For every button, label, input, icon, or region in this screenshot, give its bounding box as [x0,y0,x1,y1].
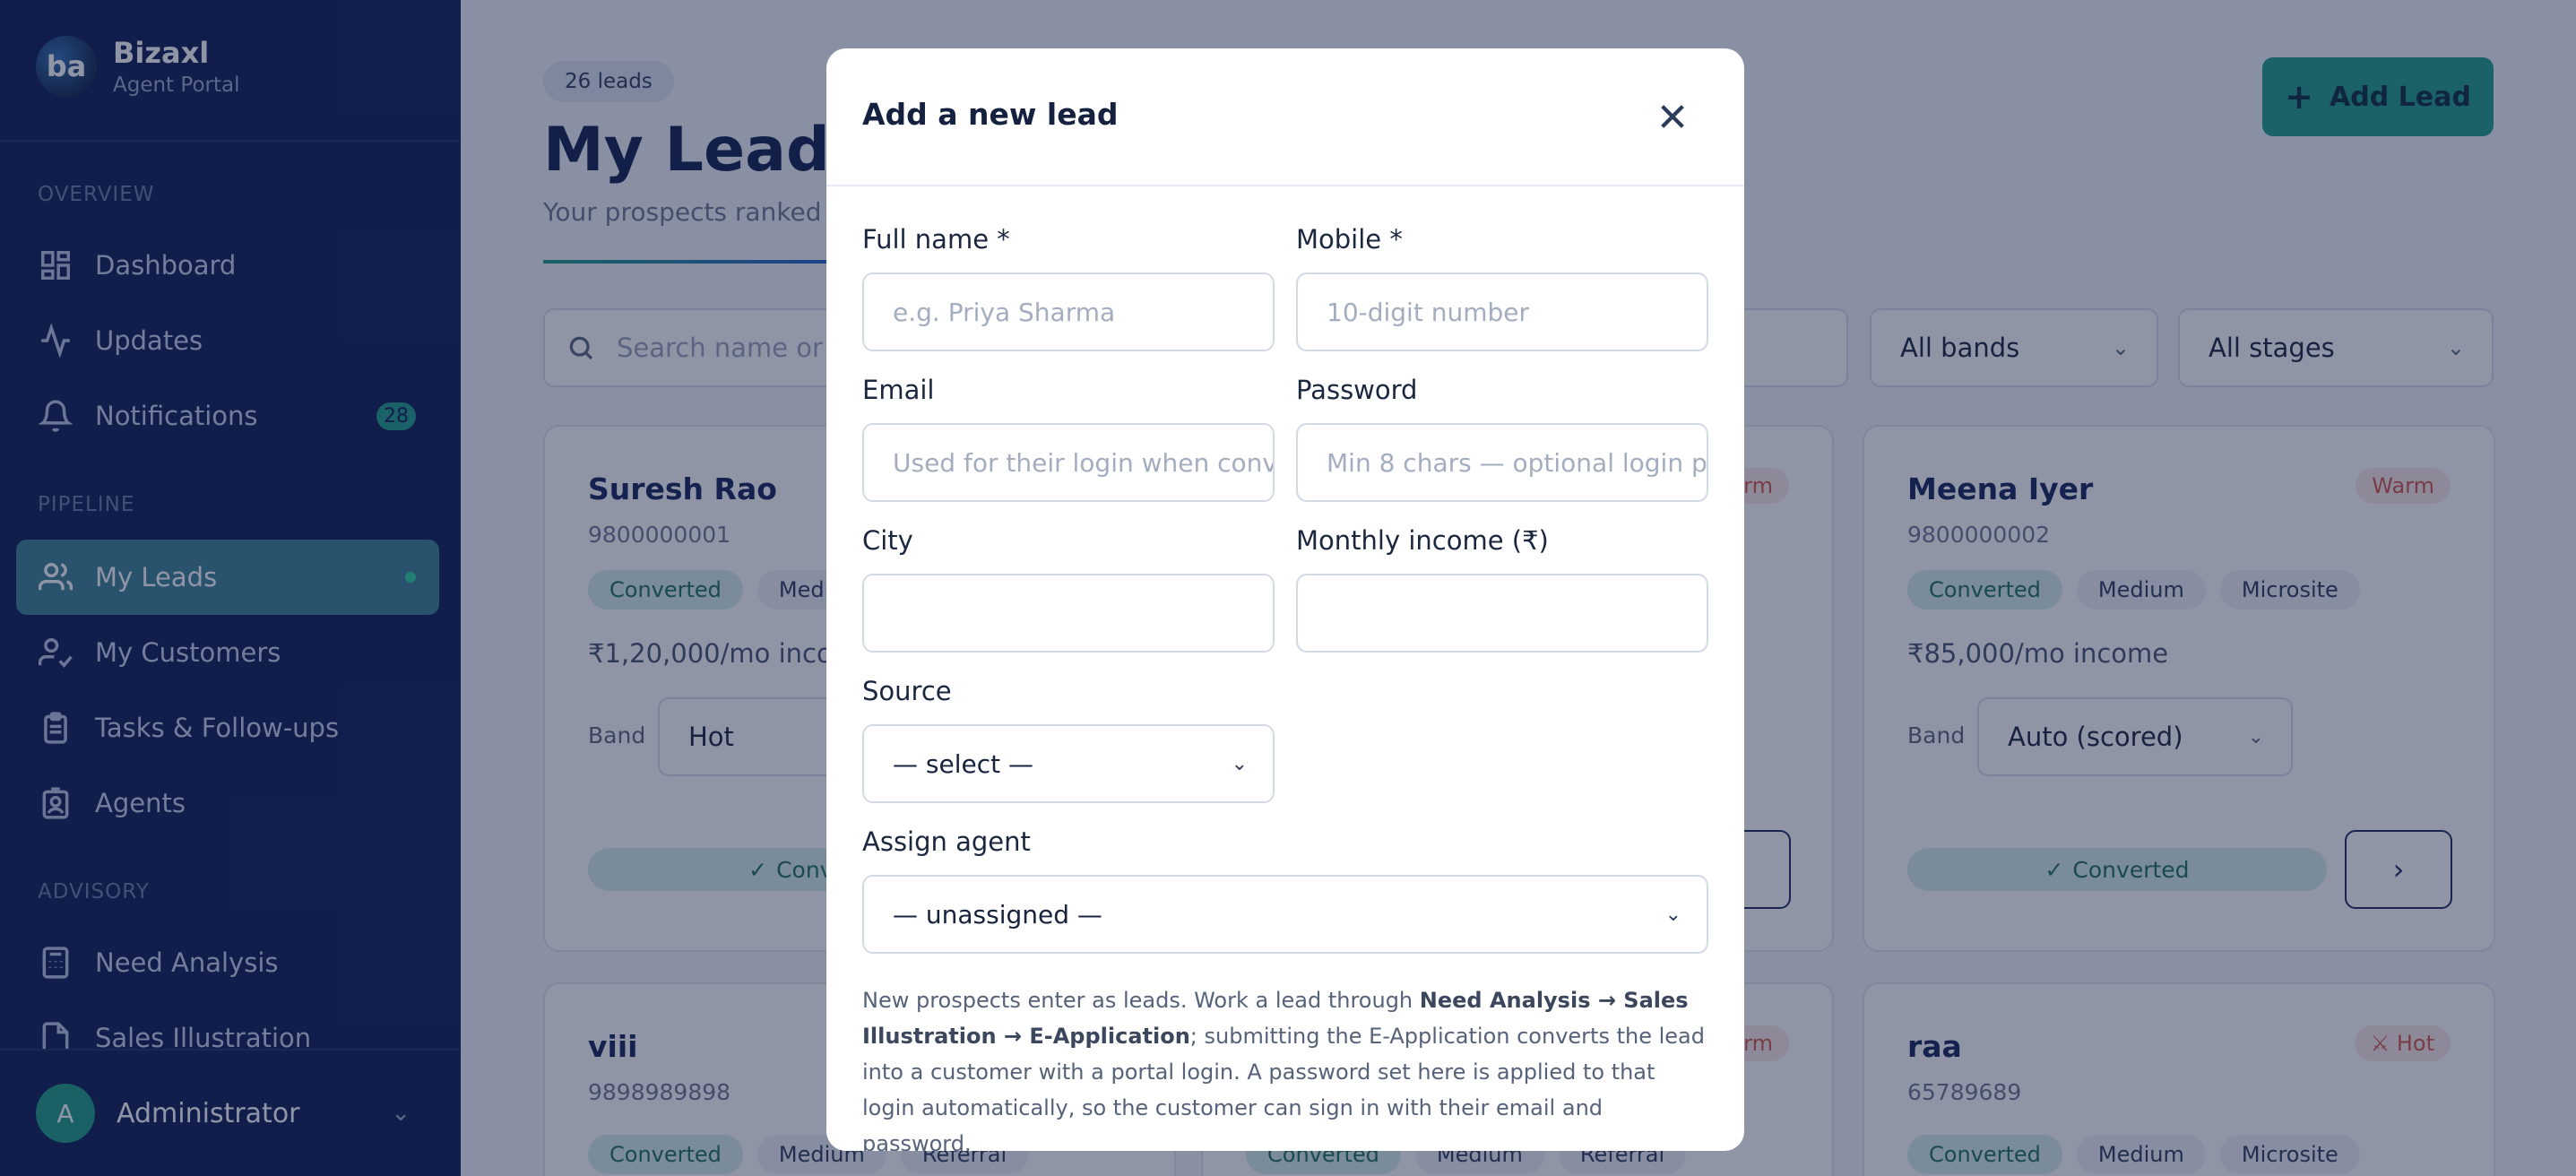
close-icon [1661,105,1684,128]
city-input[interactable] [862,574,1275,653]
password-input[interactable]: Min 8 chars — optional login pa [1296,423,1708,502]
chevron-down-icon: ⌄ [1664,903,1681,926]
password-placeholder: Min 8 chars — optional login pa [1327,447,1708,478]
source-label: Source [862,676,952,706]
dialog-header: Add a new lead [826,48,1744,186]
chevron-down-icon: ⌄ [1231,752,1248,775]
add-lead-dialog: Add a new lead Full name * e.g. Priya Sh… [826,48,1744,1151]
help-text-part: New prospects enter as leads. Work a lea… [862,988,1420,1013]
help-text: New prospects enter as leads. Work a lea… [862,982,1708,1151]
email-input[interactable]: Used for their login when conv [862,423,1275,502]
full-name-placeholder: e.g. Priya Sharma [893,297,1116,327]
assign-agent-value: — unassigned — [893,899,1102,930]
source-value: — select — [893,748,1033,779]
assign-agent-label: Assign agent [862,826,1031,857]
income-label: Monthly income (₹) [1296,525,1549,556]
mobile-label: Mobile * [1296,224,1403,255]
password-label: Password [1296,375,1418,405]
mobile-placeholder: 10-digit number [1327,297,1529,327]
assign-agent-select[interactable]: — unassigned — ⌄ [862,875,1708,954]
full-name-input[interactable]: e.g. Priya Sharma [862,272,1275,351]
income-input[interactable] [1296,574,1708,653]
city-label: City [862,525,913,556]
email-placeholder: Used for their login when conv [893,447,1275,478]
mobile-input[interactable]: 10-digit number [1296,272,1708,351]
dialog-title: Add a new lead [862,97,1119,132]
close-button[interactable] [1651,95,1694,138]
source-select[interactable]: — select — ⌄ [862,724,1275,803]
email-label: Email [862,375,935,405]
full-name-label: Full name * [862,224,1010,255]
